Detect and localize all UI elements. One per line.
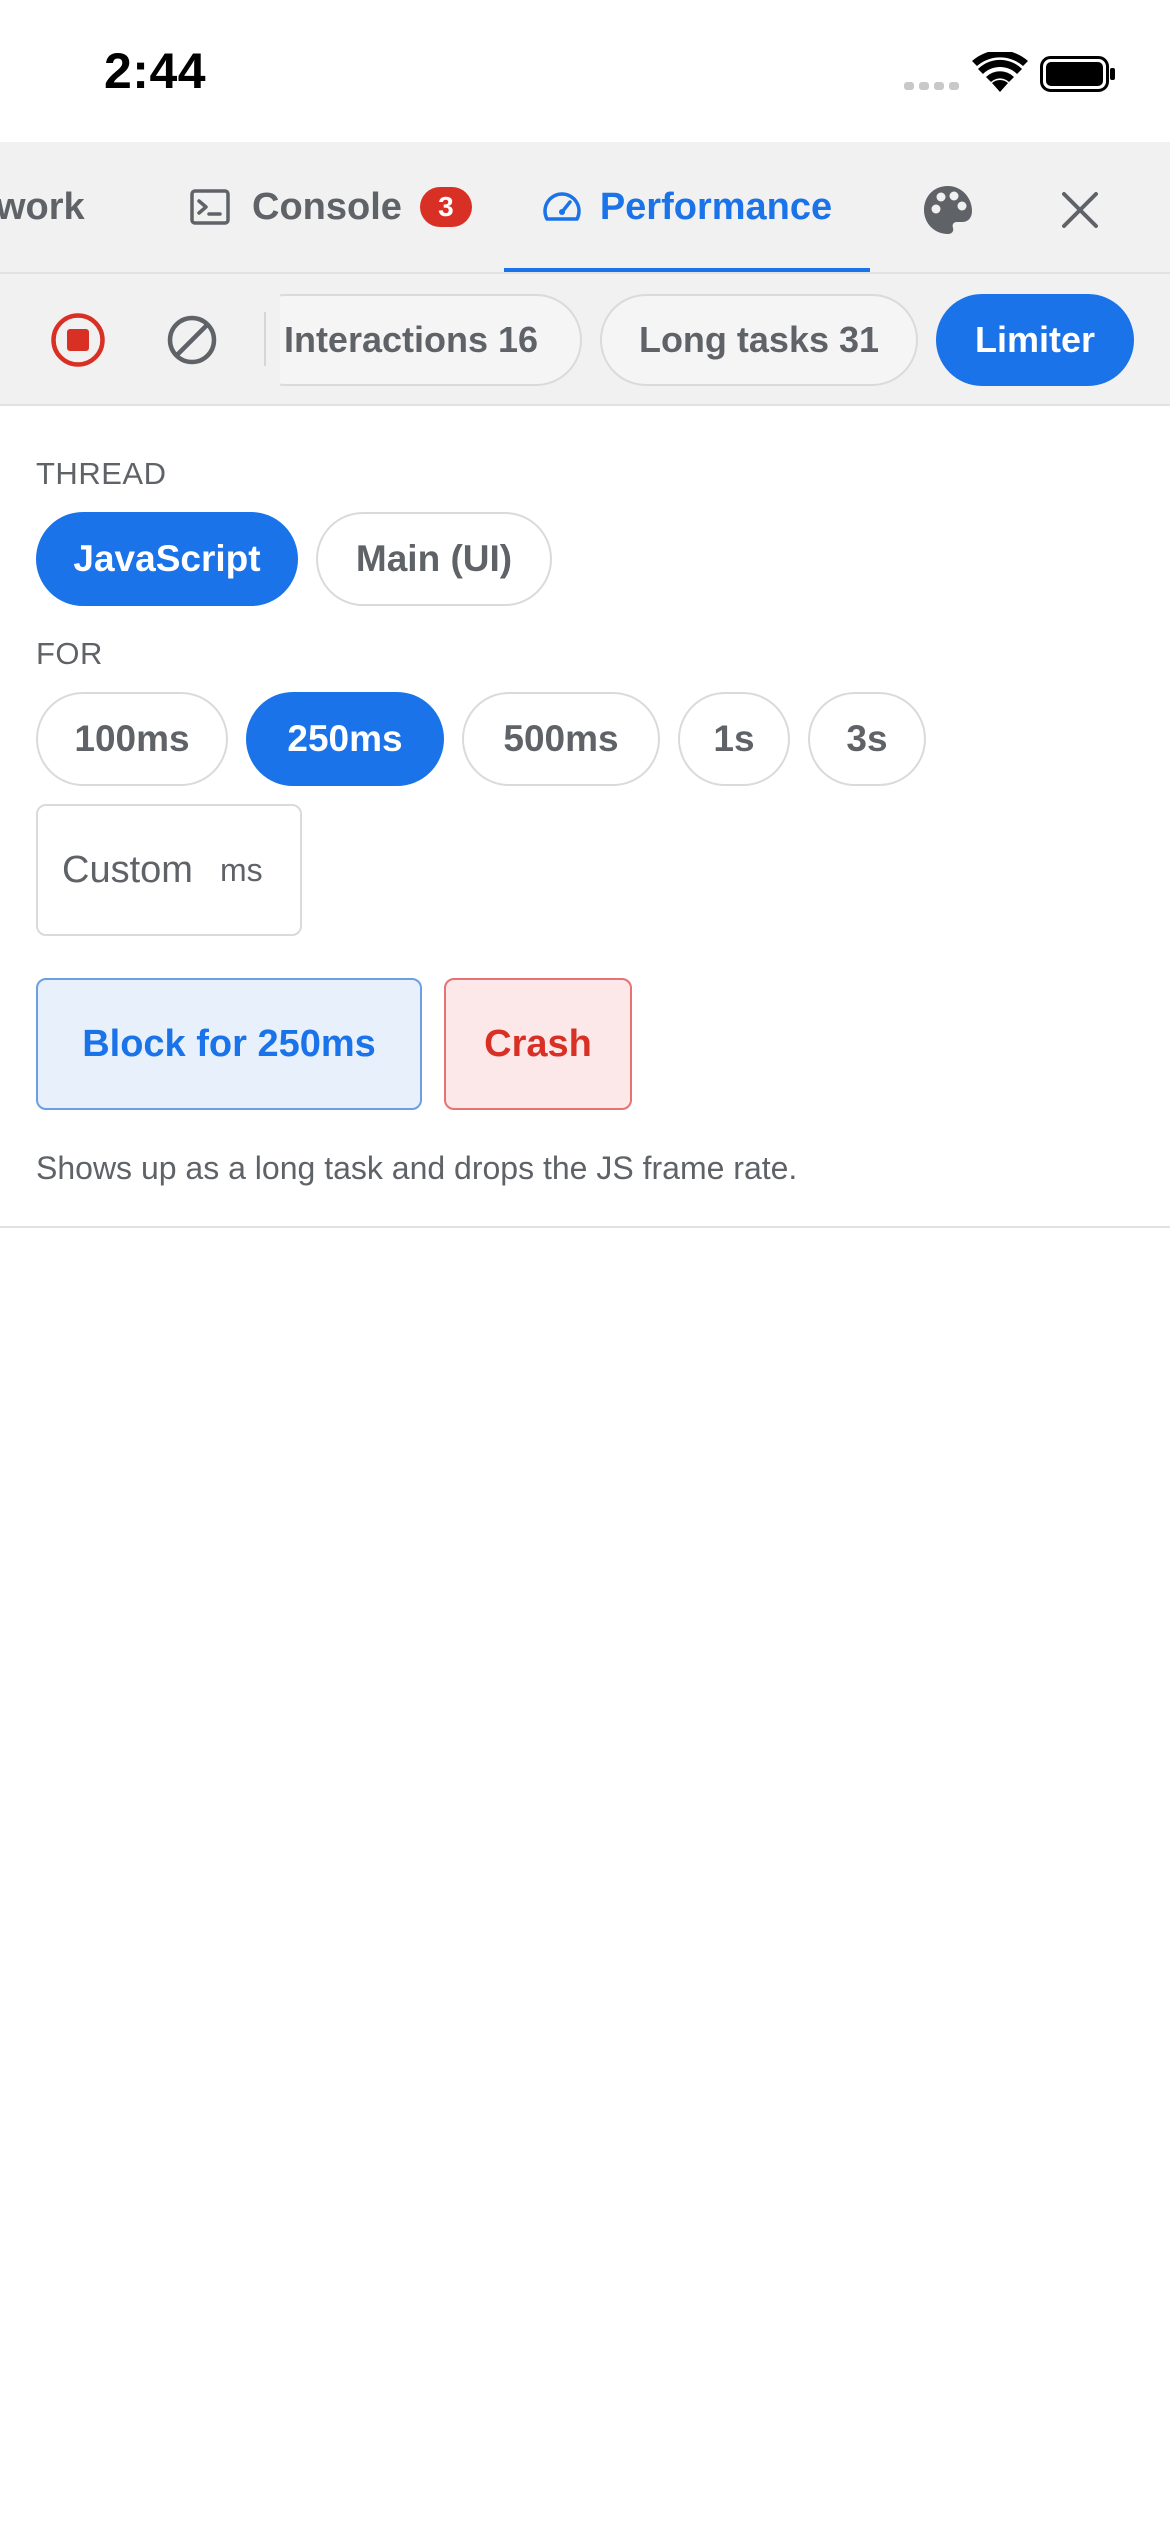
clear-icon	[167, 315, 217, 365]
custom-duration-field: ms	[36, 804, 302, 936]
thread-option-javascript[interactable]: JavaScript	[36, 512, 298, 606]
terminal-icon	[190, 189, 230, 225]
chip-long-tasks[interactable]: Long tasks 31	[600, 294, 918, 386]
thread-section-label: THREAD	[36, 456, 167, 491]
limiter-hint-text: Shows up as a long task and drops the JS…	[36, 1150, 798, 1186]
toolbar-divider	[264, 312, 266, 366]
battery-icon	[1040, 56, 1115, 92]
close-icon	[1062, 192, 1098, 228]
tab-console-label: Console	[252, 185, 402, 228]
tab-network-label: work	[0, 185, 85, 228]
cellular-signal-icon	[904, 82, 959, 90]
duration-option-250ms[interactable]: 250ms	[246, 692, 444, 786]
palette-icon	[924, 186, 972, 234]
duration-option-100ms[interactable]: 100ms	[36, 692, 228, 786]
thread-option-main-ui[interactable]: Main (UI)	[316, 512, 552, 606]
record-stop-icon	[51, 313, 105, 367]
duration-option-1s[interactable]: 1s	[678, 692, 790, 786]
custom-duration-input[interactable]	[62, 848, 212, 892]
duration-option-3s[interactable]: 3s	[808, 692, 926, 786]
tab-console[interactable]: Console 3	[190, 142, 472, 272]
record-button[interactable]	[48, 310, 108, 370]
console-count-badge: 3	[419, 187, 472, 227]
view-chip-scroller[interactable]: Interactions 16 Long tasks 31 Limiter	[280, 274, 1170, 404]
tab-performance[interactable]: Performance	[504, 142, 870, 272]
clear-button[interactable]	[162, 310, 222, 370]
panel-divider	[0, 1226, 1170, 1228]
chip-limiter[interactable]: Limiter	[936, 294, 1134, 386]
chip-interactions[interactable]: Interactions 16	[280, 294, 582, 386]
block-button[interactable]: Block for 250ms	[36, 978, 422, 1110]
wifi-icon	[972, 52, 1028, 92]
crash-button[interactable]: Crash	[444, 978, 632, 1110]
status-time: 2:44	[104, 43, 207, 99]
speedometer-icon	[543, 192, 581, 221]
theme-button[interactable]	[920, 182, 976, 238]
performance-toolbar: Interactions 16 Long tasks 31 Limiter	[0, 274, 1170, 406]
for-section-label: FOR	[36, 636, 103, 671]
duration-option-500ms[interactable]: 500ms	[462, 692, 660, 786]
tab-performance-label: Performance	[599, 185, 833, 228]
tab-network[interactable]: work	[0, 142, 85, 272]
close-devtools-button[interactable]	[1052, 182, 1108, 238]
devtools-tab-bar: work Console 3 Performance	[0, 142, 1170, 274]
custom-duration-unit: ms	[220, 851, 263, 888]
status-bar: 2:44	[0, 0, 1170, 142]
